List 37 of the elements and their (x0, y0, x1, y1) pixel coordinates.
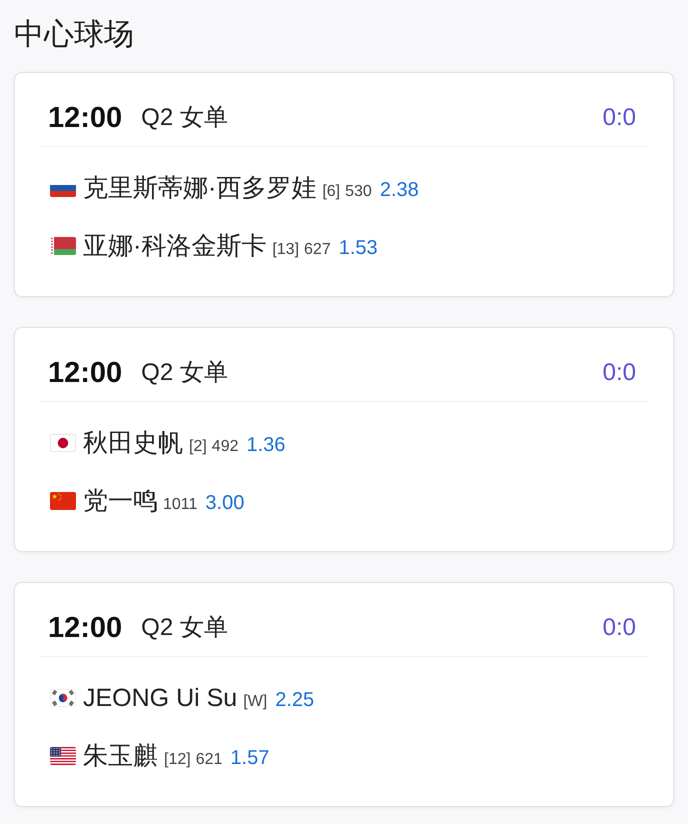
player-ranking: 627 (304, 240, 331, 260)
match-time: 12:00 (48, 356, 122, 391)
match-score: 0:0 (602, 103, 636, 133)
south-korea-flag-icon (50, 689, 76, 707)
court-heading: 中心球场 (14, 17, 135, 53)
player-name: 克里斯蒂娜·西多罗娃 (83, 173, 316, 204)
player-ranking: 1011 (163, 495, 198, 515)
player-odds[interactable]: 3.00 (205, 490, 244, 516)
player-seed: [2] (189, 437, 207, 457)
player-name: 亚娜·科洛金斯卡 (83, 231, 266, 262)
match-round: Q2 女单 (141, 613, 228, 643)
player-odds[interactable]: 2.25 (275, 687, 314, 713)
player-seed: [12] (164, 750, 191, 770)
player-odds[interactable]: 1.36 (246, 432, 286, 458)
player-odds[interactable]: 1.53 (338, 235, 378, 261)
player-name: 秋田史帆 (83, 428, 183, 459)
player-name: 朱玉麒 (83, 741, 158, 772)
player-odds[interactable]: 1.57 (230, 745, 270, 771)
match-round: Q2 女单 (141, 358, 228, 388)
player-odds[interactable]: 2.38 (380, 177, 419, 203)
player-seed: [W] (243, 692, 268, 712)
usa-flag-icon (50, 747, 76, 765)
player-ranking: 621 (196, 750, 222, 770)
player-ranking: 492 (212, 437, 238, 457)
match-round: Q2 女单 (141, 103, 228, 133)
player-seed: [13] (272, 240, 300, 260)
player-name: JEONG Ui Su (83, 683, 238, 714)
match-score: 0:0 (602, 613, 636, 643)
player-ranking: 530 (345, 182, 372, 202)
match-time: 12:00 (48, 101, 122, 136)
china-flag-icon (50, 492, 76, 510)
player-seed: [6] (322, 182, 340, 202)
player-name: 党一鸣 (83, 486, 158, 517)
japan-flag-icon (50, 434, 76, 452)
match-score: 0:0 (602, 358, 636, 388)
match-time: 12:00 (48, 611, 122, 646)
belarus-flag-icon (50, 237, 76, 255)
